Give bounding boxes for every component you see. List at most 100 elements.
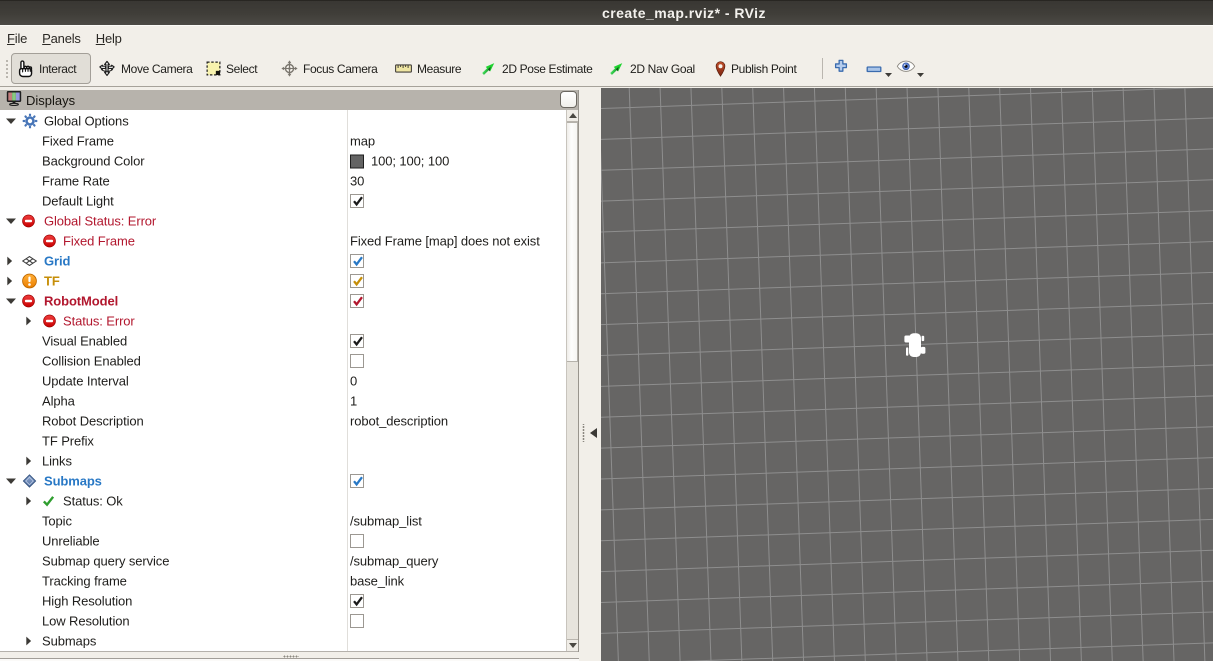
expand-arrow-icon[interactable] [5,297,17,305]
displays-panel-title: Displays [26,93,75,108]
row-label: Fixed Frame [63,234,135,249]
tree-row[interactable]: Fixed Framemap [0,131,566,151]
row-checkbox[interactable] [350,334,364,348]
menu-item-help[interactable]: Help [96,27,122,51]
workspace: Displays Global OptionsFixed FramemapBac… [0,88,1213,661]
tree-row[interactable]: Frame Rate30 [0,171,566,191]
tree-row[interactable]: Update Interval0 [0,371,566,391]
row-label: Grid [44,254,70,269]
panel-splitter-handle[interactable] [582,424,585,442]
row-checkbox[interactable] [350,254,364,268]
tool-move-button[interactable]: Move Camera [98,53,193,84]
row-checkbox[interactable] [350,474,364,488]
tree-row[interactable]: Submaps [0,631,566,651]
collapse-arrow-icon[interactable] [6,256,13,267]
collapse-arrow-icon[interactable] [25,496,32,507]
tool-interact-button[interactable]: Interact [11,53,91,84]
row-value[interactable]: robot_description [350,414,448,429]
expand-arrow-icon[interactable] [5,217,17,225]
tree-row[interactable]: Submap query service/submap_query [0,551,566,571]
minus-button[interactable] [860,53,888,84]
menu-item-panels[interactable]: Panels [42,27,81,51]
tree-row[interactable]: Tracking framebase_link [0,571,566,591]
collapse-arrow-icon[interactable] [25,456,32,467]
tree-row[interactable]: High Resolution [0,591,566,611]
tool-measure-button[interactable]: Measure [395,53,461,84]
row-label: TF Prefix [42,434,94,449]
panel-border [578,90,579,652]
tree-row[interactable]: Unreliable [0,531,566,551]
row-label: Default Light [42,194,114,209]
select-icon [206,61,221,76]
tree-row[interactable]: Background Color 100; 100; 100 [0,151,566,171]
3d-viewport[interactable] [601,88,1213,661]
row-checkbox[interactable] [350,294,364,308]
tree-row[interactable]: RobotModel [0,291,566,311]
row-value[interactable]: 1 [350,394,357,409]
displays-panel-header[interactable]: Displays [0,90,579,110]
tool-focus-button[interactable]: Focus Camera [281,53,378,84]
row-label: Links [42,454,72,469]
tool-select-button[interactable]: Select [206,53,257,84]
scrollbar-thumb[interactable] [567,122,578,362]
row-value[interactable]: map [350,134,375,149]
collapse-arrow-icon[interactable] [25,316,32,327]
row-checkbox[interactable] [350,274,364,288]
tree-row[interactable]: TF [0,271,566,291]
row-checkbox[interactable] [350,534,364,548]
tree-row[interactable]: Topic/submap_list [0,511,566,531]
row-value[interactable]: base_link [350,574,404,589]
toolbar-drag-handle[interactable] [4,58,8,80]
plus-button[interactable] [827,53,855,84]
row-value[interactable]: /submap_query [350,554,438,569]
tree-row[interactable]: Low Resolution [0,611,566,631]
collapse-arrow-icon[interactable] [25,636,32,647]
row-label: RobotModel [44,294,118,309]
tree-row[interactable]: Visual Enabled [0,331,566,351]
row-checkbox[interactable] [350,194,364,208]
tree-row[interactable]: Submaps [0,471,566,491]
row-color-value[interactable]: 100; 100; 100 [350,154,449,169]
tree-row[interactable]: Default Light [0,191,566,211]
row-value[interactable]: 30 [350,174,364,189]
tree-row[interactable]: Robot Descriptionrobot_description [0,411,566,431]
tree-row[interactable]: Global Options [0,111,566,131]
row-value[interactable]: 0 [350,374,357,389]
menu-bar: File Panels Help [0,27,1213,51]
row-label: Status: Error [63,314,135,329]
row-label: Background Color [42,154,144,169]
tree-row[interactable]: Alpha1 [0,391,566,411]
displays-panel: Displays Global OptionsFixed FramemapBac… [0,90,580,652]
tree-row[interactable]: Global Status: Error [0,211,566,231]
menu-item-file[interactable]: File [7,27,27,51]
expand-arrow-icon[interactable] [5,117,17,125]
tree-row[interactable]: Status: Error [0,311,566,331]
tree-row[interactable]: Status: Ok [0,491,566,511]
tree-row[interactable]: TF Prefix [0,431,566,451]
error-icon [22,215,35,228]
tool-publish-button[interactable]: Publish Point [715,53,797,84]
measure-icon [395,64,412,73]
row-checkbox[interactable] [350,614,364,628]
tree-row[interactable]: Collision Enabled [0,351,566,371]
row-value[interactable]: Fixed Frame [map] does not exist [350,234,540,249]
row-value[interactable]: /submap_list [350,514,422,529]
scrollbar-down-button[interactable] [567,639,578,651]
row-label: Global Options [44,114,129,129]
panel-collapse-arrow[interactable] [590,425,597,443]
row-checkbox[interactable] [350,594,364,608]
submaps-icon [22,474,37,489]
panel-float-button[interactable] [560,91,577,108]
tree-row[interactable]: Grid [0,251,566,271]
collapse-arrow-icon[interactable] [6,276,13,287]
tree-scrollbar[interactable] [566,110,578,651]
tool-goal-button[interactable]: 2D Nav Goal [608,53,695,84]
title-bar[interactable]: create_map.rviz* - RViz [0,0,1213,26]
tree-row[interactable]: Fixed Frame Fixed Frame [map] does not ex… [0,231,566,251]
scrollbar-up-button[interactable] [567,110,578,122]
row-checkbox[interactable] [350,354,364,368]
expand-arrow-icon[interactable] [5,477,17,485]
tree-row[interactable]: Links [0,451,566,471]
tool-pose-button[interactable]: 2D Pose Estimate [480,53,592,84]
eye-button[interactable] [892,53,920,84]
